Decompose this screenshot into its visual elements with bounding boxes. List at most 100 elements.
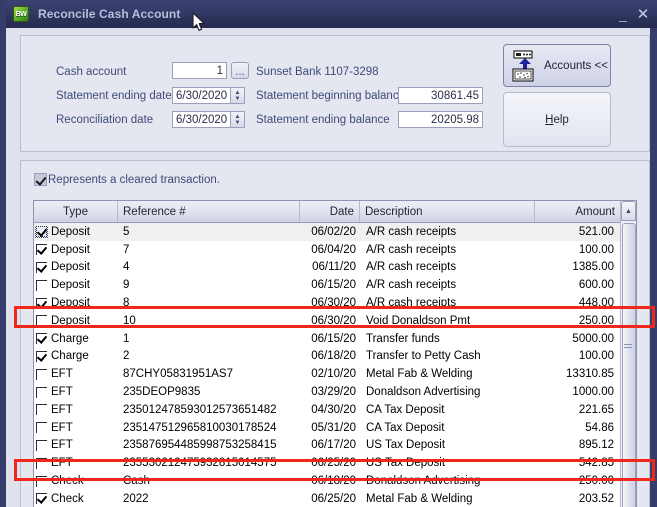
cell-amount: 542.85 [578,457,614,470]
help-button[interactable]: Help [503,92,611,147]
cell-amount: 448.00 [578,297,614,310]
cell-reference: 235147512965810030178524 [123,421,277,434]
minimize-button[interactable]: _ [613,4,633,24]
row-cleared-checkbox[interactable] [36,439,47,451]
column-header-description[interactable]: Description [360,201,535,222]
cell-date: 06/17/20 [311,439,356,452]
cleared-checkbox-icon [34,173,47,186]
window-title: Reconcile Cash Account [38,7,181,21]
table-row[interactable]: Deposit 9 06/15/20 A/R cash receipts 600.00 [34,276,636,295]
transaction-type-label: EFT [51,439,73,452]
cell-reference: 235012478593012573651482 [123,403,277,416]
row-cleared-checkbox[interactable] [36,279,47,291]
transaction-type-label: EFT [51,403,73,416]
cell-reference: Cash [123,475,150,488]
cell-type: Deposit [34,315,118,327]
transaction-type-label: Deposit [51,243,90,256]
table-row[interactable]: Deposit 10 06/30/20 Void Donaldson Pmt 250.0… [34,311,636,330]
scrollbar-thumb[interactable] [622,223,636,507]
statement-ending-date-spinner[interactable]: ▲ ▼ [230,87,245,104]
row-cleared-checkbox[interactable] [36,244,47,256]
cell-reference: 4 [123,261,130,274]
table-row[interactable]: EFT 87CHY05831951AS7 02/10/20 Metal Fab & W… [34,365,636,384]
column-header-amount[interactable]: Amount [535,201,620,222]
table-row[interactable]: Deposit 4 06/11/20 A/R cash receipts 1385.00 [34,258,636,277]
row-cleared-checkbox[interactable] [36,297,47,309]
row-cleared-checkbox[interactable] [36,457,47,469]
cash-account-input[interactable]: 1 [172,62,227,79]
transaction-type-label: Charge [51,332,89,345]
table-row[interactable]: EFT 235DEOP9835 03/29/20 Donaldson Advertis… [34,383,636,401]
reconciliation-date-input[interactable]: 6/30/2020 [172,111,231,128]
cell-amount: 5000.00 [572,332,614,345]
column-header-reference[interactable]: Reference # [118,201,300,222]
table-row[interactable]: EFT 235876954485998753258415 06/17/20 US Ta… [34,436,636,455]
cell-amount: 521.00 [578,225,614,238]
cell-amount: 203.52 [578,492,614,505]
grid-vertical-scrollbar[interactable]: ▲ [620,201,636,507]
cell-type: EFT [34,386,118,398]
table-row[interactable]: Deposit 5 06/02/20 A/R cash receipts 521.00 [34,223,636,241]
row-cleared-checkbox[interactable] [36,475,47,487]
row-cleared-checkbox[interactable] [36,404,47,416]
statement-ending-balance-input[interactable]: 20205.98 [398,111,483,128]
row-cleared-checkbox[interactable] [36,350,47,362]
scrollbar-up-button[interactable]: ▲ [621,201,636,221]
table-row[interactable]: Check Cash 06/18/20 Donaldson Advertising 25… [34,472,636,490]
table-row[interactable]: Check 2022 06/25/20 Metal Fab & Welding 203.… [34,489,636,507]
cell-date: 02/10/20 [311,368,356,381]
close-button[interactable]: ✕ [633,4,653,24]
cell-date: 04/30/20 [311,403,356,416]
accounts-button[interactable]: Accounts << [503,44,611,87]
transaction-type-label: Deposit [51,279,90,292]
cell-description: A/R cash receipts [366,297,457,310]
statement-ending-date-label: Statement ending date [56,90,172,102]
cell-date: 06/25/20 [311,457,356,470]
cell-date: 06/15/20 [311,332,356,345]
cell-description: Void Donaldson Pmt [366,314,471,327]
table-row[interactable]: EFT 235147512965810030178524 05/31/20 CA Ta… [34,418,636,437]
cell-type: Deposit [34,279,118,291]
help-label-rest: elp [553,113,569,126]
cell-type: EFT [34,457,118,469]
table-row[interactable]: Charge 1 06/15/20 Transfer funds 5000.00 [34,329,636,348]
column-header-type[interactable]: Type [34,201,118,222]
cell-type: EFT [34,422,118,434]
row-cleared-checkbox[interactable] [36,261,47,273]
accounts-icon [512,50,538,82]
row-cleared-checkbox[interactable] [36,493,47,505]
title-bar[interactable]: BW Reconcile Cash Account _ ✕ [6,0,657,28]
cash-account-browse-button[interactable]: ... [231,62,249,79]
row-cleared-checkbox[interactable] [35,225,48,238]
cell-amount: 1385.00 [572,261,614,274]
reconciliation-date-spinner[interactable]: ▲ ▼ [230,111,245,128]
table-row[interactable]: Deposit 7 06/04/20 A/R cash receipts 100.00 [34,240,636,259]
transaction-type-label: EFT [51,421,73,434]
cell-reference: 235530212475932815014575 [123,457,277,470]
cell-date: 06/30/20 [311,297,356,310]
accounts-button-label: Accounts << [544,59,608,72]
transaction-type-label: EFT [51,386,73,399]
column-header-date[interactable]: Date [300,201,360,222]
row-cleared-checkbox[interactable] [36,368,47,380]
row-cleared-checkbox[interactable] [36,386,47,398]
row-cleared-checkbox[interactable] [36,315,47,327]
scroll-up-icon: ▲ [625,207,632,215]
cell-amount: 100.00 [578,243,614,256]
cell-description: Metal Fab & Welding [366,368,473,381]
table-row[interactable]: EFT 235012478593012573651482 04/30/20 CA Ta… [34,400,636,419]
cell-amount: 13310.85 [566,368,614,381]
row-cleared-checkbox[interactable] [36,422,47,434]
table-row[interactable]: Deposit 8 06/30/20 A/R cash receipts 448.00 [34,294,636,312]
cell-type: Deposit [34,244,118,256]
table-row[interactable]: EFT 235530212475932815014575 06/25/20 US Ta… [34,454,636,473]
statement-beginning-balance-input[interactable]: 30861.45 [398,87,483,104]
statement-ending-date-input[interactable]: 6/30/2020 [172,87,231,104]
cell-date: 06/25/20 [311,492,356,505]
cell-description: Donaldson Advertising [366,386,481,399]
row-cleared-checkbox[interactable] [36,333,47,345]
transaction-type-label: Charge [51,350,89,363]
cell-type: Deposit [34,297,118,309]
cell-amount: 221.65 [578,403,614,416]
table-row[interactable]: Charge 2 06/18/20 Transfer to Petty Cash 100… [34,347,636,366]
